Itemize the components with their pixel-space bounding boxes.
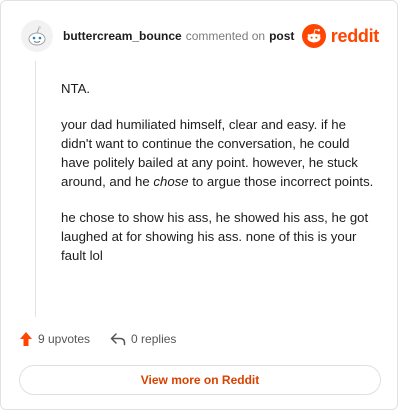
comment-paragraph-1: NTA. — [61, 81, 91, 96]
upvote-arrow-icon — [20, 332, 32, 346]
upvote-button[interactable]: 9 upvotes — [19, 331, 90, 347]
comment-meta: buttercream_bounce commented on post — [63, 29, 294, 43]
username[interactable]: buttercream_bounce — [63, 29, 182, 43]
avatar[interactable] — [21, 20, 53, 52]
reddit-logo-text: reddit — [330, 25, 380, 46]
reddit-logo-icon — [301, 24, 326, 48]
paragraph-2-after: to argue those incorrect points. — [188, 174, 374, 189]
reply-arrow-icon — [110, 333, 126, 346]
view-more-on-reddit-button[interactable]: View more on Reddit — [19, 365, 381, 395]
reply-count: 0 replies — [131, 332, 177, 346]
comment-paragraph-2: your dad humiliated himself, clear and e… — [61, 115, 375, 191]
reply-button[interactable]: 0 replies — [110, 332, 176, 346]
thread-line — [35, 61, 36, 317]
comment-actions: 9 upvotes 0 replies — [19, 331, 176, 347]
upvote-count: 9 upvotes — [38, 332, 91, 346]
reddit-logo[interactable]: reddit — [301, 24, 380, 48]
post-link[interactable]: post — [269, 29, 294, 43]
comment-paragraph-3: he chose to show his ass, he showed his … — [61, 210, 369, 263]
commented-on-text: commented on — [185, 29, 266, 43]
comment-body: NTA. your dad humiliated himself, clear … — [61, 79, 375, 282]
comment-card: buttercream_bounce commented on post red… — [0, 0, 398, 410]
comment-header: buttercream_bounce commented on post red… — [21, 18, 379, 54]
emphasized-word: chose — [153, 174, 189, 189]
snoo-avatar-icon — [28, 26, 46, 46]
